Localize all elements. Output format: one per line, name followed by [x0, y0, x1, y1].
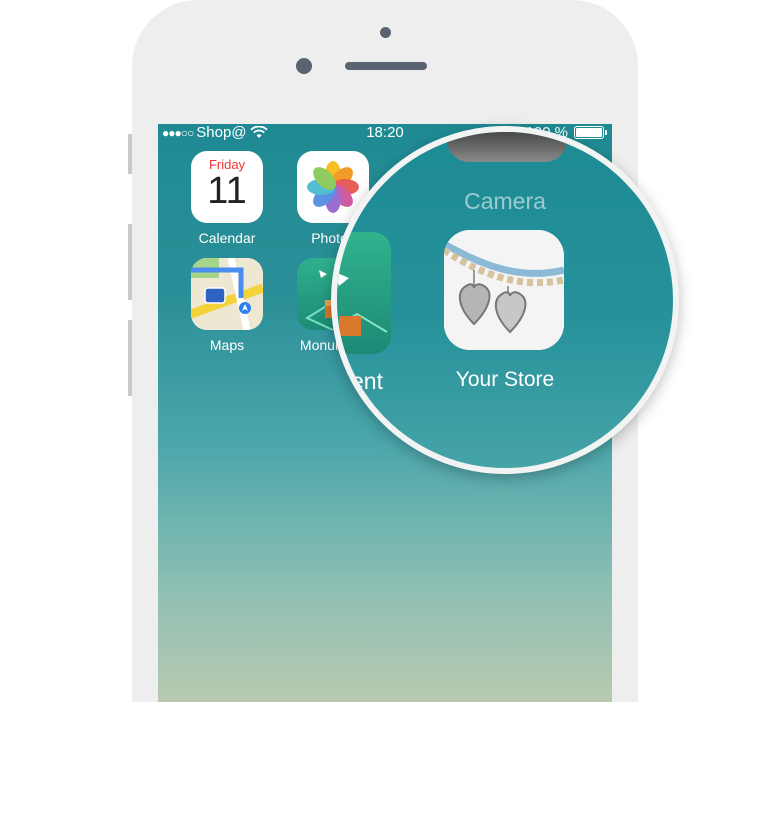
front-camera: [296, 58, 312, 74]
app-label: Maps: [209, 337, 245, 353]
magnifier-callout: Camera ent Your Store: [331, 126, 679, 474]
camera-icon: [447, 132, 567, 162]
store-app-icon[interactable]: [444, 230, 564, 350]
app-maps[interactable]: Maps: [182, 258, 272, 353]
earpiece-speaker: [345, 62, 427, 70]
monument-icon: [337, 232, 391, 354]
calendar-icon: Friday 11: [191, 151, 263, 223]
maps-icon: [191, 258, 263, 330]
calendar-date: 11: [207, 170, 247, 212]
proximity-sensor: [380, 27, 391, 38]
app-label: Calendar: [198, 230, 256, 246]
app-calendar[interactable]: Friday 11 Calendar: [182, 151, 272, 246]
battery-icon: [574, 126, 607, 139]
store-app-label: Your Store: [455, 368, 555, 391]
camera-app-label: Camera: [464, 188, 546, 214]
